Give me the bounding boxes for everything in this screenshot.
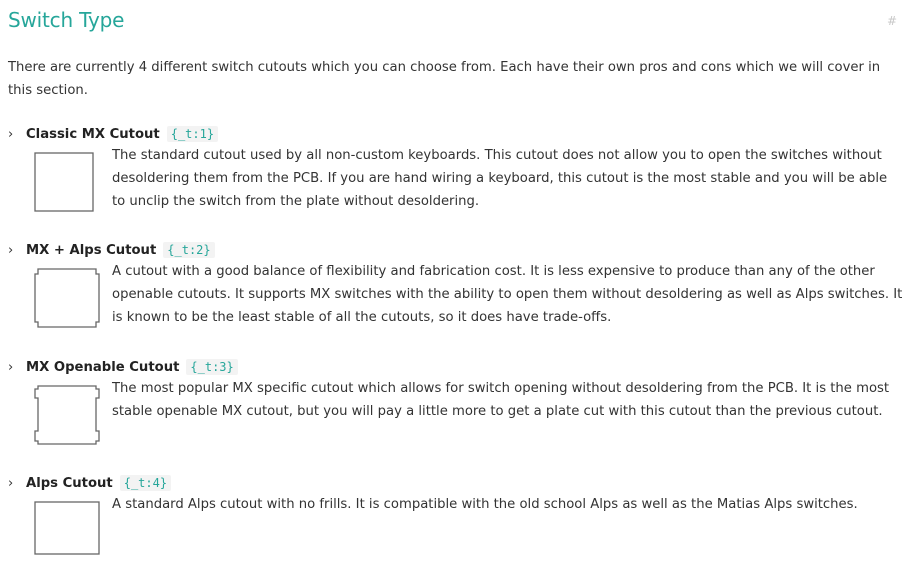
chevron-right-icon[interactable]: › — [8, 127, 26, 142]
chevron-right-icon[interactable]: › — [8, 243, 26, 258]
option-description: The most popular MX specific cutout whic… — [112, 381, 890, 419]
chevron-right-icon[interactable]: › — [8, 476, 26, 491]
option-code: {_t:4} — [119, 475, 172, 491]
option-description: A cutout with a good balance of flexibil… — [112, 264, 903, 325]
cutout-option-classic-mx[interactable]: › Classic MX Cutout {_t:1} The standard … — [8, 124, 903, 213]
option-name: MX + Alps Cutout — [26, 242, 157, 258]
cutout-option-mx-alps[interactable]: › MX + Alps Cutout {_t:2} A cutout with … — [8, 240, 903, 329]
option-description: A standard Alps cutout with no frills. I… — [112, 497, 858, 512]
option-code: {_t:2} — [163, 242, 215, 258]
option-header[interactable]: › MX Openable Cutout {_t:3} — [8, 357, 903, 377]
section-intro: There are currently 4 different switch c… — [8, 60, 881, 98]
option-header[interactable]: › MX + Alps Cutout {_t:2} — [8, 240, 903, 260]
option-header[interactable]: › Alps Cutout {_t:4} — [8, 473, 903, 493]
cutout-option-mx-openable[interactable]: › MX Openable Cutout {_t:3} The most pop… — [8, 357, 903, 445]
option-header[interactable]: › Classic MX Cutout {_t:1} — [8, 124, 903, 144]
option-description: The standard cutout used by all non-cust… — [112, 148, 888, 209]
mx-alps-cutout-icon — [34, 268, 100, 328]
option-code: {_t:3} — [186, 359, 238, 375]
option-name: Classic MX Cutout — [26, 126, 160, 142]
option-code: {_t:1} — [166, 126, 219, 142]
heading-anchor-link[interactable]: # — [887, 14, 897, 28]
classic-mx-cutout-icon — [34, 152, 94, 212]
option-name: MX Openable Cutout — [26, 359, 180, 375]
chevron-right-icon[interactable]: › — [8, 360, 26, 375]
alps-cutout-icon — [34, 501, 100, 555]
section-title: Switch Type — [8, 8, 125, 32]
cutout-option-alps[interactable]: › Alps Cutout {_t:4} A standard Alps cut… — [8, 473, 903, 555]
option-name: Alps Cutout — [26, 475, 113, 491]
mx-openable-cutout-icon — [34, 385, 100, 445]
